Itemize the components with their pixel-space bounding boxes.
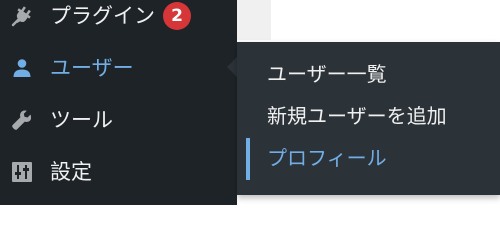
sidebar-item-tools[interactable]: ツール (0, 94, 237, 146)
current-item-indicator (246, 138, 250, 180)
submenu-item-label: ユーザー一覧 (267, 62, 387, 86)
sidebar-item-label: ツール (50, 107, 113, 132)
submenu-item-add-new-user[interactable]: 新規ユーザーを追加 (237, 95, 500, 137)
submenu-item-profile[interactable]: プロフィール (237, 137, 500, 180)
sidebar-item-plugins[interactable]: プラグイン 2 (0, 0, 237, 42)
submenu-item-label: 新規ユーザーを追加 (267, 104, 447, 128)
sidebar-item-label: ユーザー (50, 55, 134, 80)
settings-sliders-icon (8, 158, 36, 186)
sidebar-item-label: プラグイン (50, 3, 155, 28)
submenu-item-label: プロフィール (267, 146, 387, 170)
sidebar-item-label: 設定 (50, 159, 92, 184)
users-submenu-flyout: ユーザー一覧 新規ユーザーを追加 プロフィール (237, 42, 500, 195)
update-count-badge: 2 (163, 2, 191, 30)
wrench-icon (8, 106, 36, 134)
user-icon (8, 54, 36, 82)
sidebar-item-settings[interactable]: 設定 (0, 146, 237, 198)
plugin-icon (8, 2, 36, 30)
sidebar-item-users[interactable]: ユーザー (0, 42, 237, 94)
flyout-pointer (227, 57, 237, 77)
admin-sidebar: プラグイン 2 ユーザー ツール 設定 (0, 0, 237, 205)
content-background (237, 0, 271, 40)
submenu-item-all-users[interactable]: ユーザー一覧 (237, 53, 500, 95)
